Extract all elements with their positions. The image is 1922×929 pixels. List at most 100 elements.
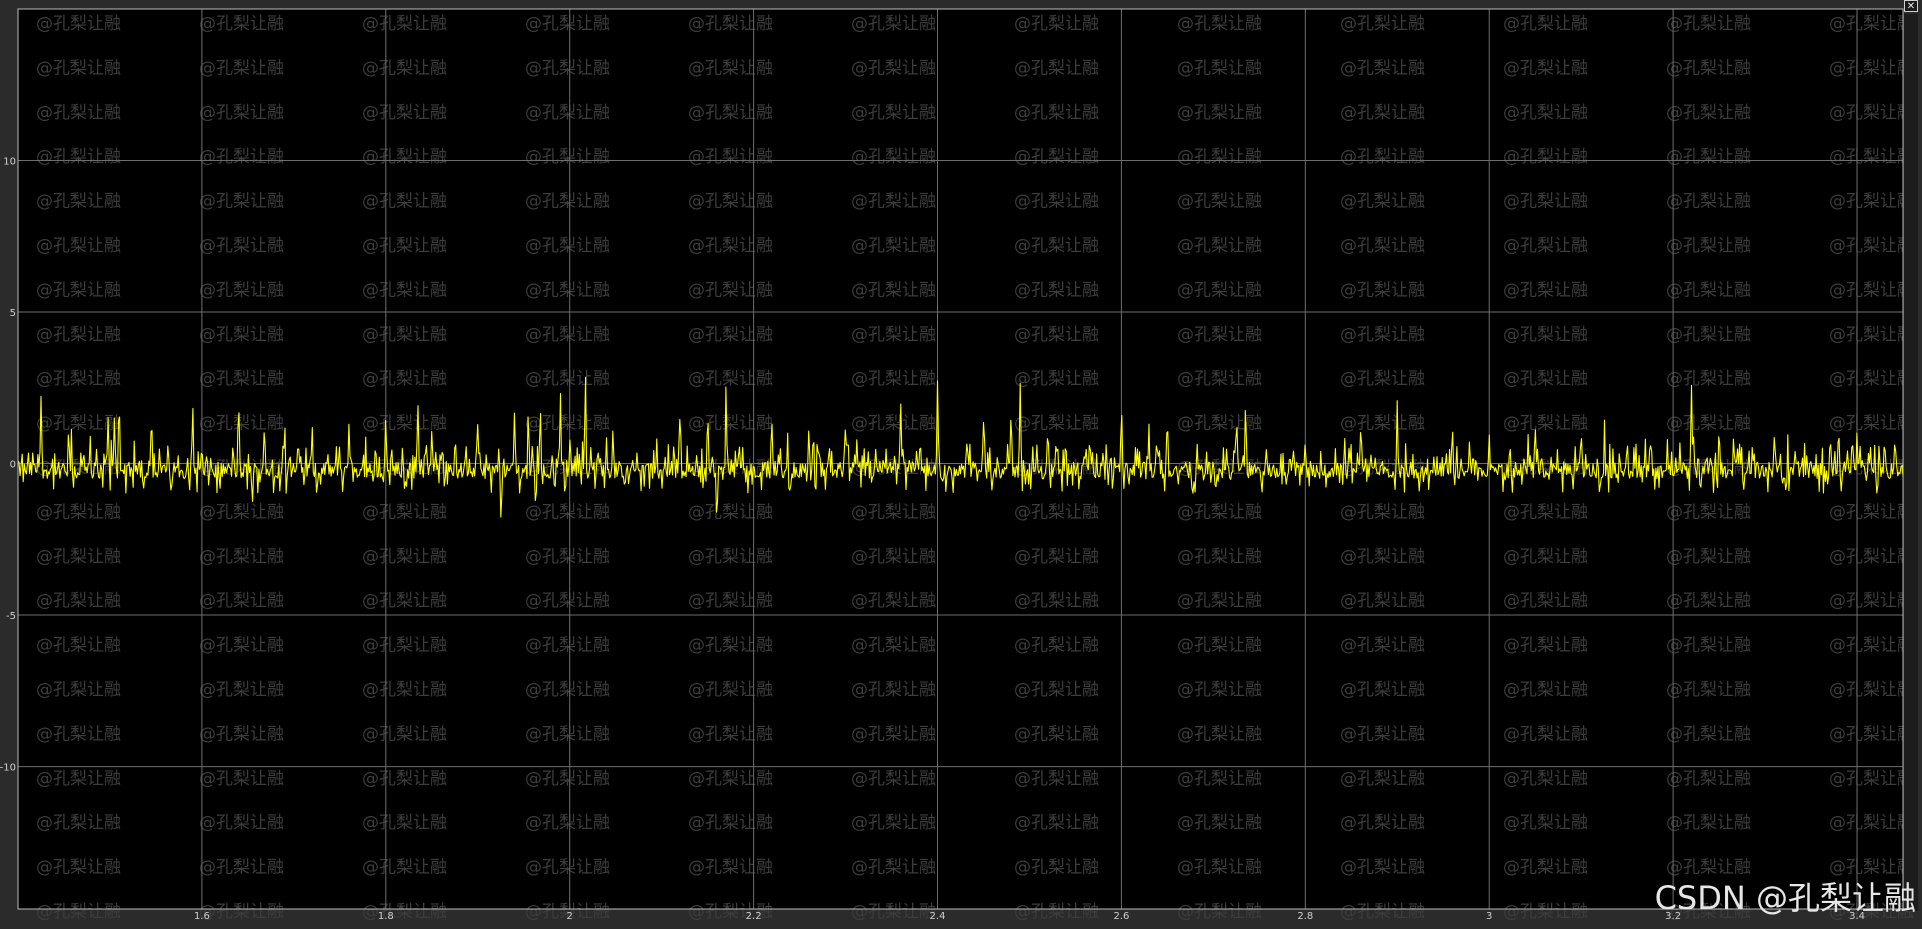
watermark-text: @孔梨让融 [688,414,773,434]
watermark-text: @孔梨让融 [199,902,284,922]
watermark-text: @孔梨让融 [688,547,773,567]
watermark-text: @孔梨让融 [199,14,284,34]
watermark-text: @孔梨让融 [1666,813,1751,833]
watermark-text: @孔梨让融 [688,14,773,34]
watermark-text: @孔梨让融 [1503,325,1588,345]
watermark-text: @孔梨让融 [1340,325,1425,345]
watermark-text: @孔梨让融 [362,502,447,522]
watermark-text: @孔梨让融 [362,414,447,434]
watermark-text: @孔梨让融 [1177,147,1262,167]
watermark-text: @孔梨让融 [525,636,610,656]
watermark-text: @孔梨让融 [851,680,936,700]
watermark-text: @孔梨让融 [525,414,610,434]
watermark-text: @孔梨让融 [1340,680,1425,700]
watermark-text: @孔梨让融 [1340,813,1425,833]
watermark-text: @孔梨让融 [525,858,610,878]
x-tick-label: 2.8 [1297,911,1313,922]
watermark-text: @孔梨让融 [1666,325,1751,345]
watermark-text: @孔梨让融 [362,236,447,256]
watermark-text: @孔梨让融 [1177,902,1262,922]
watermark-text: @孔梨让融 [362,369,447,389]
watermark-text: @孔梨让融 [362,724,447,744]
watermark-text: @孔梨让融 [1014,280,1099,300]
watermark-text: @孔梨让融 [1014,369,1099,389]
watermark-text: @孔梨让融 [688,147,773,167]
watermark-text: @孔梨让融 [1829,680,1914,700]
watermark-text: @孔梨让融 [199,192,284,212]
watermark-text: @孔梨让融 [1177,14,1262,34]
watermark-text: @孔梨让融 [1503,14,1588,34]
watermark-text: @孔梨让融 [1014,902,1099,922]
watermark-text: @孔梨让融 [362,769,447,789]
vertical-scrollbar[interactable] [1904,14,1918,911]
watermark-text: @孔梨让融 [1340,636,1425,656]
watermark-text: @孔梨让融 [1666,680,1751,700]
watermark-text: @孔梨让融 [1503,236,1588,256]
watermark-text: @孔梨让融 [1666,147,1751,167]
watermark-text: @孔梨让融 [1340,103,1425,123]
scope-window: @孔梨让融 @孔梨让融 @孔梨让融 @孔梨让融 @孔梨让融 @孔梨让融 @孔梨让融 @孔梨让融… [0,0,1922,929]
watermark-text: @孔梨让融 [362,591,447,611]
watermark-text: @孔梨让融 [36,813,121,833]
watermark-text: @孔梨让融 [1829,147,1914,167]
watermark-text: @孔梨让融 [1829,591,1914,611]
watermark-text: @孔梨让融 [1829,236,1914,256]
watermark-text: @孔梨让融 [199,547,284,567]
watermark-text: @孔梨让融 [1503,192,1588,212]
watermark-text: @孔梨让融 [1177,591,1262,611]
watermark-text: @孔梨让融 [1014,192,1099,212]
watermark-text: @孔梨让融 [688,636,773,656]
watermark-text: @孔梨让融 [1503,813,1588,833]
watermark-text: @孔梨让融 [1829,280,1914,300]
watermark-text: @孔梨让融 [1340,369,1425,389]
csdn-credit: CSDN @孔梨让融 [1654,879,1916,917]
watermark-text: @孔梨让融 [1177,280,1262,300]
watermark-text: @孔梨让融 [1829,769,1914,789]
watermark-text: @孔梨让融 [525,236,610,256]
watermark-text: @孔梨让融 [1340,902,1425,922]
watermark-text: @孔梨让融 [851,724,936,744]
y-tick-label: 10 [3,157,16,168]
watermark-text: @孔梨让融 [1177,724,1262,744]
watermark-text: @孔梨让融 [36,502,121,522]
watermark-text: @孔梨让融 [1829,414,1914,434]
watermark-text: @孔梨让融 [1829,14,1914,34]
watermark-text: @孔梨让融 [1503,724,1588,744]
watermark-text: @孔梨让融 [525,369,610,389]
watermark-text: @孔梨让融 [525,502,610,522]
watermark-text: @孔梨让融 [1503,502,1588,522]
close-button[interactable]: ✕ [1904,0,1918,12]
watermark-text: @孔梨让融 [851,280,936,300]
watermark-text: @孔梨让融 [1829,325,1914,345]
watermark-text: @孔梨让融 [1503,591,1588,611]
watermark-text: @孔梨让融 [1503,280,1588,300]
watermark-text: @孔梨让融 [1666,280,1751,300]
watermark-text: @孔梨让融 [199,325,284,345]
watermark-text: @孔梨让融 [36,591,121,611]
watermark-text: @孔梨让融 [525,547,610,567]
watermark-text: @孔梨让融 [851,636,936,656]
watermark-text: @孔梨让融 [851,147,936,167]
scope-plot: @孔梨让融 @孔梨让融 @孔梨让融 @孔梨让融 @孔梨让融 @孔梨让融 @孔梨让融 @孔梨让融… [0,8,1914,922]
watermark-text: @孔梨让融 [1014,103,1099,123]
watermark-text: @孔梨让融 [1666,14,1751,34]
watermark-text: @孔梨让融 [199,502,284,522]
watermark-text: @孔梨让融 [199,680,284,700]
watermark-text: @孔梨让融 [36,547,121,567]
watermark-text: @孔梨让融 [199,858,284,878]
watermark-text: @孔梨让融 [36,902,121,922]
watermark-text: @孔梨让融 [362,902,447,922]
watermark-text: @孔梨让融 [1340,502,1425,522]
watermark-text: @孔梨让融 [199,236,284,256]
watermark-text: @孔梨让融 [525,14,610,34]
y-tick-label: -10 [0,763,16,774]
watermark-text: @孔梨让融 [688,192,773,212]
watermark-text: @孔梨让融 [1340,858,1425,878]
watermark-text: @孔梨让融 [688,591,773,611]
watermark-text: @孔梨让融 [525,680,610,700]
watermark-text: @孔梨让融 [1177,636,1262,656]
watermark-text: @孔梨让融 [1177,325,1262,345]
watermark-text: @孔梨让融 [1503,547,1588,567]
watermark-text: @孔梨让融 [199,147,284,167]
watermark-text: @孔梨让融 [1014,858,1099,878]
